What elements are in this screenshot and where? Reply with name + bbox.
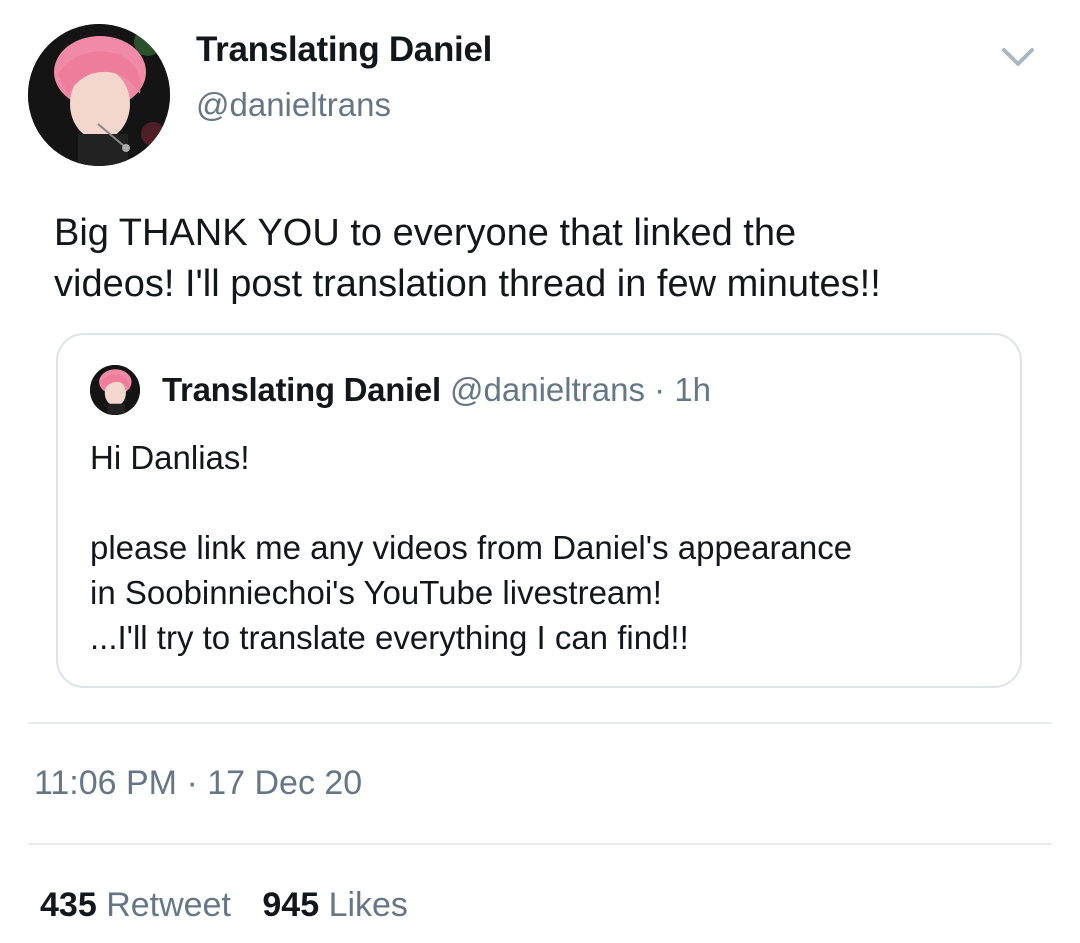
quoted-author-handle: @danieltrans <box>450 371 645 408</box>
tweet-timestamp[interactable]: 11:06 PM · 17 Dec 20 <box>34 764 362 803</box>
divider <box>28 722 1052 724</box>
chevron-down-icon[interactable] <box>996 40 1040 74</box>
retweets-label: Retweet <box>106 886 231 924</box>
author-handle[interactable]: @danieltrans <box>196 86 391 124</box>
quoted-text-line: ...I'll try to translate everything I ca… <box>90 619 689 656</box>
quoted-author-name: Translating Daniel <box>162 371 441 408</box>
retweets-stat[interactable]: 435 Retweet <box>40 886 231 925</box>
author-avatar[interactable] <box>28 24 170 166</box>
quoted-author-avatar <box>90 365 140 415</box>
quoted-text-gap <box>90 480 1010 525</box>
quoted-time: 1h <box>674 371 712 408</box>
quoted-text-line: please link me any videos from Daniel's … <box>90 529 853 566</box>
quoted-tweet-text: Hi Danlias! please link me any videos fr… <box>90 435 1010 660</box>
quoted-tweet-card[interactable]: Translating Daniel @danieltrans · 1h Hi … <box>56 333 1022 688</box>
avatar-image <box>28 24 170 166</box>
tweet-text-line: videos! I'll post translation thread in … <box>54 263 881 305</box>
likes-label: Likes <box>328 886 408 924</box>
retweets-count: 435 <box>40 886 97 924</box>
author-name[interactable]: Translating Daniel <box>196 30 492 70</box>
likes-stat[interactable]: 945 Likes <box>262 886 408 925</box>
tweet-text: Big THANK YOU to everyone that linked th… <box>54 208 1054 310</box>
divider <box>28 843 1052 845</box>
tweet-text-line: Big THANK YOU to everyone that linked th… <box>54 212 797 254</box>
likes-count: 945 <box>262 886 320 924</box>
quoted-text-line: in Soobinniechoi's YouTube livestream! <box>90 574 662 611</box>
quoted-text-line: Hi Danlias! <box>90 439 250 476</box>
tweet-stats: 435 Retweet 945 Likes <box>40 886 408 925</box>
quoted-separator: · <box>654 371 666 408</box>
quoted-tweet-header: Translating Daniel @danieltrans · 1h <box>162 371 711 409</box>
